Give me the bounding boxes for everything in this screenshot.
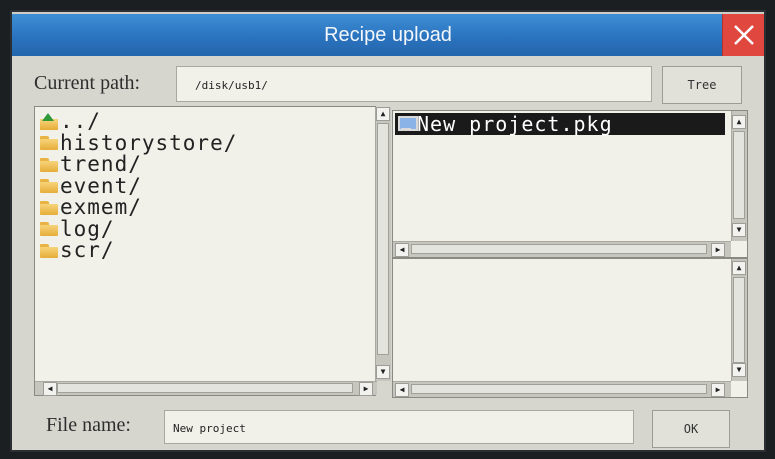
list-item-label: trend/: [60, 152, 142, 177]
folder-icon: [39, 179, 59, 194]
scroll-down-arrow-icon[interactable]: ▼: [376, 365, 390, 379]
scroll-thumb[interactable]: [57, 383, 353, 393]
directory-vertical-scrollbar[interactable]: ▲ ▼: [375, 107, 391, 381]
file-name-label: File name:: [46, 414, 131, 436]
list-item-event[interactable]: event/: [39, 173, 237, 198]
file-name-input[interactable]: New project: [164, 410, 634, 444]
computer-icon: [397, 116, 418, 132]
close-x-icon: [734, 25, 754, 45]
list-item-historystore[interactable]: historystore/: [39, 130, 238, 155]
list-item-exmem[interactable]: exmem/: [39, 197, 237, 219]
preview-horizontal-scrollbar[interactable]: ◀ ▶: [393, 381, 731, 397]
list-item-label: event/: [60, 173, 142, 198]
scroll-left-arrow-icon[interactable]: ◀: [395, 383, 409, 397]
list-item-label: exmem/: [60, 195, 142, 220]
tree-button[interactable]: Tree: [662, 66, 742, 104]
list-item-label: scr/: [60, 238, 115, 263]
list-item-scr[interactable]: scr/: [39, 240, 237, 262]
close-button[interactable]: [722, 14, 764, 56]
list-item-selected-file[interactable]: New project.pkg: [395, 112, 725, 136]
folder-icon: [39, 243, 59, 258]
preview-vertical-scrollbar[interactable]: ▲ ▼: [731, 259, 747, 381]
list-item-trend[interactable]: trend/: [39, 154, 237, 176]
current-path-field[interactable]: /disk/usb1/: [176, 66, 652, 102]
scroll-up-arrow-icon[interactable]: ▲: [732, 115, 746, 129]
scroll-right-arrow-icon[interactable]: ▶: [711, 243, 725, 257]
title-bar: Recipe upload: [12, 14, 764, 56]
current-path-label: Current path:: [34, 72, 141, 94]
scroll-thumb[interactable]: [411, 244, 707, 254]
dialog-title: Recipe upload: [324, 24, 452, 46]
scroll-thumb[interactable]: [733, 131, 745, 219]
directory-list-pane[interactable]: ../ historystore/ trend/ event/ exmem/ l…: [34, 106, 391, 396]
scroll-thumb[interactable]: [733, 277, 745, 363]
file-list-pane[interactable]: New project.pkg ▲ ▼ ◀ ▶: [392, 110, 748, 258]
scroll-left-arrow-icon[interactable]: ◀: [395, 243, 409, 257]
folder-up-icon: [39, 112, 59, 131]
scroll-left-arrow-icon[interactable]: ◀: [43, 382, 57, 396]
scroll-up-arrow-icon[interactable]: ▲: [732, 261, 746, 275]
list-item-label: historystore/: [60, 130, 238, 155]
scroll-right-arrow-icon[interactable]: ▶: [359, 382, 373, 396]
list-item-label: log/: [60, 216, 115, 241]
file-preview-pane[interactable]: ▲ ▼ ◀ ▶: [392, 258, 748, 398]
folder-icon: [39, 200, 59, 215]
scroll-thumb[interactable]: [377, 123, 389, 355]
list-item-label: New project.pkg: [417, 112, 613, 136]
list-item-parent-dir[interactable]: ../: [39, 111, 237, 133]
directory-list: ../ historystore/ trend/ event/ exmem/ l…: [39, 111, 237, 262]
folder-icon: [39, 157, 59, 172]
scroll-right-arrow-icon[interactable]: ▶: [711, 383, 725, 397]
list-item-label: ../: [60, 109, 101, 134]
directory-horizontal-scrollbar[interactable]: ◀ ▶: [35, 381, 377, 396]
scroll-thumb[interactable]: [411, 384, 707, 394]
list-item-log[interactable]: log/: [39, 216, 237, 241]
file-vertical-scrollbar[interactable]: ▲ ▼: [731, 111, 747, 241]
scroll-up-arrow-icon[interactable]: ▲: [376, 107, 390, 121]
ok-button[interactable]: OK: [652, 410, 730, 448]
folder-icon: [39, 222, 59, 237]
file-horizontal-scrollbar[interactable]: ◀ ▶: [393, 241, 731, 257]
scroll-down-arrow-icon[interactable]: ▼: [732, 223, 746, 237]
scroll-down-arrow-icon[interactable]: ▼: [732, 363, 746, 377]
folder-icon: [39, 136, 59, 151]
